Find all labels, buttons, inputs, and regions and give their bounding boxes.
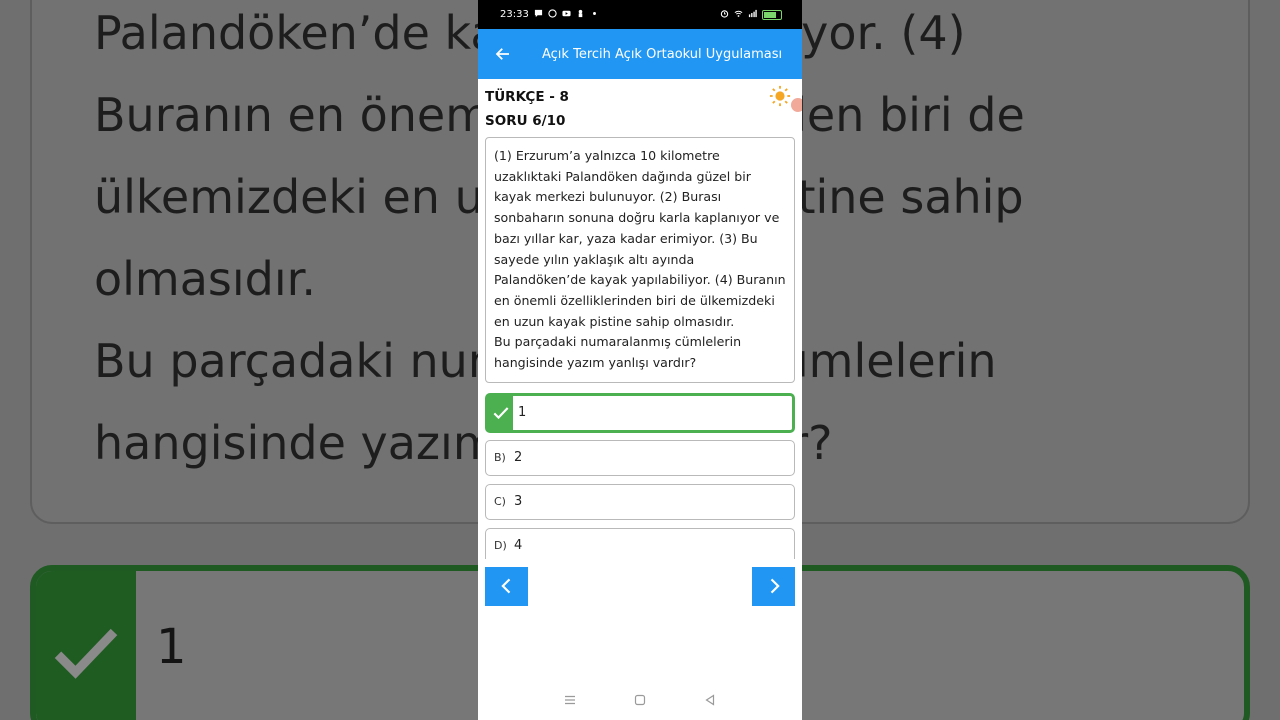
option-letter: B) xyxy=(494,451,506,465)
youtube-icon xyxy=(562,9,571,21)
app-title: Açık Tercih Açık Ortaokul Uygulaması xyxy=(542,46,783,62)
answer-option-a[interactable]: 1 xyxy=(485,392,795,433)
status-bar: 23:33 xyxy=(478,0,802,29)
system-back-icon[interactable] xyxy=(704,691,716,710)
question-text: (1) Erzurum’a yalnızca 10 kilometre uzak… xyxy=(485,137,795,383)
answer-option-d[interactable]: D) 4 xyxy=(485,527,795,559)
touch-indicator xyxy=(791,98,802,112)
answer-options: 1 B) 2 C) 3 D) 4 xyxy=(485,392,795,559)
arrow-left-icon xyxy=(495,48,509,60)
signal-icon xyxy=(748,9,757,21)
wifi-icon xyxy=(734,9,743,21)
battery-icon xyxy=(762,9,782,20)
quiz-header: TÜRKÇE - 8 xyxy=(485,79,802,112)
sun-icon[interactable] xyxy=(769,85,791,111)
background-check-icon xyxy=(36,571,136,720)
check-icon xyxy=(488,395,513,430)
quiz-content: TÜRKÇE - 8 SORU 6/10 (1) Erzurum’a yalnı… xyxy=(478,79,802,607)
option-text: 4 xyxy=(514,538,523,554)
option-text: 1 xyxy=(518,405,527,421)
answer-option-b[interactable]: B) 2 xyxy=(485,439,795,476)
chevron-left-icon xyxy=(500,578,510,594)
lock-person-icon xyxy=(576,9,585,21)
background-option-text: 1 xyxy=(156,619,187,675)
home-icon[interactable] xyxy=(634,691,646,710)
back-button[interactable] xyxy=(478,29,528,79)
chat-icon xyxy=(534,9,543,21)
whatsapp-icon xyxy=(548,8,557,21)
status-time: 23:33 xyxy=(500,9,529,20)
option-text: 3 xyxy=(514,494,523,510)
phone-screen: 23:33 Açık Tercih Açık Ortaokul Uygulama… xyxy=(478,0,802,720)
option-letter: D) xyxy=(494,539,507,553)
next-question-button[interactable] xyxy=(752,566,795,606)
question-number: SORU 6/10 xyxy=(485,113,566,129)
option-text: 2 xyxy=(514,450,523,466)
app-bar: Açık Tercih Açık Ortaokul Uygulaması xyxy=(478,29,802,79)
previous-question-button[interactable] xyxy=(485,566,528,606)
subject-title: TÜRKÇE - 8 xyxy=(485,89,569,105)
answer-option-c[interactable]: C) 3 xyxy=(485,483,795,520)
dot-icon xyxy=(590,9,599,21)
chevron-right-icon xyxy=(770,578,780,594)
alarm-icon xyxy=(720,9,729,21)
recent-apps-icon[interactable] xyxy=(564,691,576,710)
option-letter: C) xyxy=(494,495,506,509)
system-navigation-bar xyxy=(478,680,802,720)
question-navigation xyxy=(485,566,795,607)
